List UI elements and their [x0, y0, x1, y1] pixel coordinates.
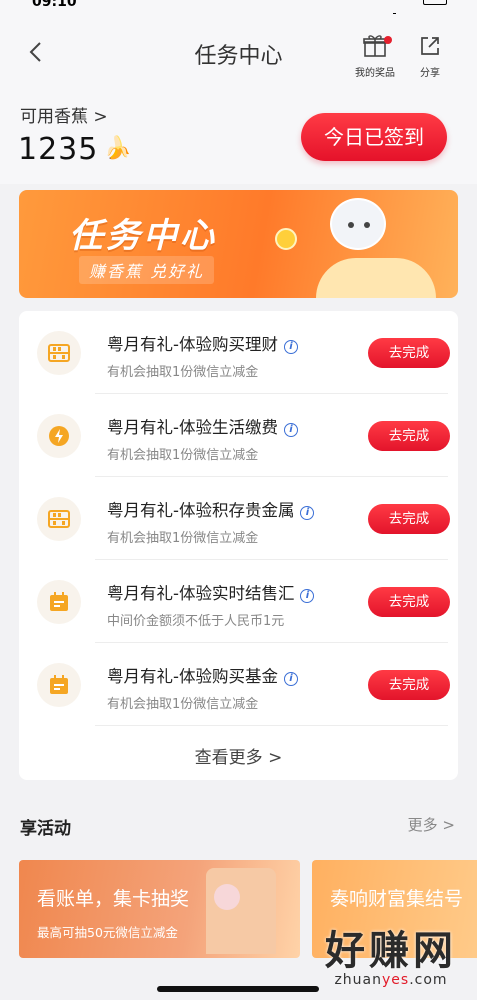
coin-icon [275, 228, 297, 250]
lightning-icon [47, 424, 71, 452]
task-subtitle: 有机会抽取1份微信立减金 [107, 448, 259, 463]
banana-balance: 1235 [18, 132, 99, 167]
task-title: 粤月有礼-体验积存贵金属 i [107, 497, 315, 521]
mascot-illustration [330, 198, 386, 250]
task-icon-wrap [37, 497, 81, 541]
share-label: 分享 [420, 68, 440, 79]
task-row: 粤月有礼-体验购买基金 i 有机会抽取1份微信立减金 去完成 [19, 643, 458, 726]
status-bar: 09:10 [0, 0, 477, 19]
calendar-icon [47, 590, 71, 618]
signal-icon [381, 0, 399, 19]
task-title: 粤月有礼-体验购买理财 i [107, 331, 298, 355]
activities-more-link[interactable]: 更多 > [408, 814, 455, 835]
info-icon[interactable]: i [300, 589, 315, 603]
go-complete-button[interactable]: 去完成 [368, 338, 450, 368]
abacus-icon [47, 341, 71, 369]
task-row: 粤月有礼-体验积存贵金属 i 有机会抽取1份微信立减金 去完成 [19, 477, 458, 560]
task-subtitle: 有机会抽取1份微信立减金 [107, 365, 259, 380]
info-icon[interactable]: i [283, 423, 298, 437]
home-indicator [157, 986, 319, 992]
notification-dot [384, 36, 392, 44]
go-complete-button[interactable]: 去完成 [368, 670, 450, 700]
activities-section-title: 享活动 [20, 819, 71, 839]
go-complete-button[interactable]: 去完成 [368, 421, 450, 451]
info-icon[interactable]: i [283, 340, 298, 354]
info-icon[interactable]: i [283, 672, 298, 686]
info-icon[interactable]: i [300, 506, 315, 520]
signed-in-today-button[interactable]: 今日已签到 [301, 113, 447, 161]
task-row: 粤月有礼-体验实时结售汇 i 中间价金额须不低于人民币1元 去完成 [19, 560, 458, 643]
task-subtitle: 有机会抽取1份微信立减金 [107, 531, 259, 546]
task-title: 粤月有礼-体验生活缴费 i [107, 414, 298, 438]
character-illustration [214, 884, 240, 910]
task-subtitle: 有机会抽取1份微信立减金 [107, 697, 259, 712]
task-row: 粤月有礼-体验生活缴费 i 有机会抽取1份微信立减金 去完成 [19, 394, 458, 477]
my-prizes-label: 我的奖品 [355, 68, 395, 79]
divider [95, 725, 448, 726]
see-more-link[interactable]: 查看更多 > [19, 743, 458, 768]
task-subtitle: 中间价金额须不低于人民币1元 [107, 614, 285, 629]
watermark: 好赚网 zhuanyes.com [325, 918, 457, 988]
task-title: 粤月有礼-体验购买基金 i [107, 663, 298, 687]
my-prizes-button[interactable]: 我的奖品 [350, 34, 400, 79]
banner-title: 任务中心 [69, 216, 217, 256]
share-icon [421, 37, 439, 55]
go-complete-button[interactable]: 去完成 [368, 504, 450, 534]
promo-subtitle: 最高可抽50元微信立减金 [37, 925, 178, 940]
watermark-text: 好赚网 [325, 928, 457, 974]
task-icon-wrap [37, 331, 81, 375]
calendar-icon [47, 673, 71, 701]
task-row: 粤月有礼-体验购买理财 i 有机会抽取1份微信立减金 去完成 [19, 311, 458, 394]
watermark-url: zhuanyes.com [334, 972, 448, 988]
header: 任务中心 我的奖品 分享 可用香蕉 > 1235 🍌 今日已签到 [0, 14, 477, 184]
task-icon-wrap [37, 663, 81, 707]
banner-subtitle: 赚香蕉 兑好礼 [79, 256, 215, 284]
battery-icon [423, 0, 447, 5]
go-complete-button[interactable]: 去完成 [368, 587, 450, 617]
task-icon-wrap [37, 414, 81, 458]
share-button[interactable]: 分享 [405, 34, 455, 79]
status-time: 09:10 [32, 0, 77, 10]
banana-icon: 🍌 [104, 136, 132, 161]
promo-title: 看账单，集卡抽奖 [37, 888, 190, 910]
task-center-banner[interactable]: 任务中心 赚香蕉 兑好礼 [19, 190, 458, 298]
task-list-card: 粤月有礼-体验购买理财 i 有机会抽取1份微信立减金 去完成 粤月有礼-体验生活缴费 i 有… [19, 311, 458, 780]
abacus-icon [47, 507, 71, 535]
promo-title: 奏响财富集结号 [330, 888, 464, 910]
task-title: 粤月有礼-体验实时结售汇 i [107, 580, 315, 604]
balance-label-link[interactable]: 可用香蕉 > [20, 102, 108, 127]
task-icon-wrap [37, 580, 81, 624]
promo-card-bill[interactable]: 看账单，集卡抽奖 最高可抽50元微信立减金 [19, 860, 300, 958]
storefront-illustration [206, 868, 276, 954]
book-illustration [316, 258, 436, 298]
